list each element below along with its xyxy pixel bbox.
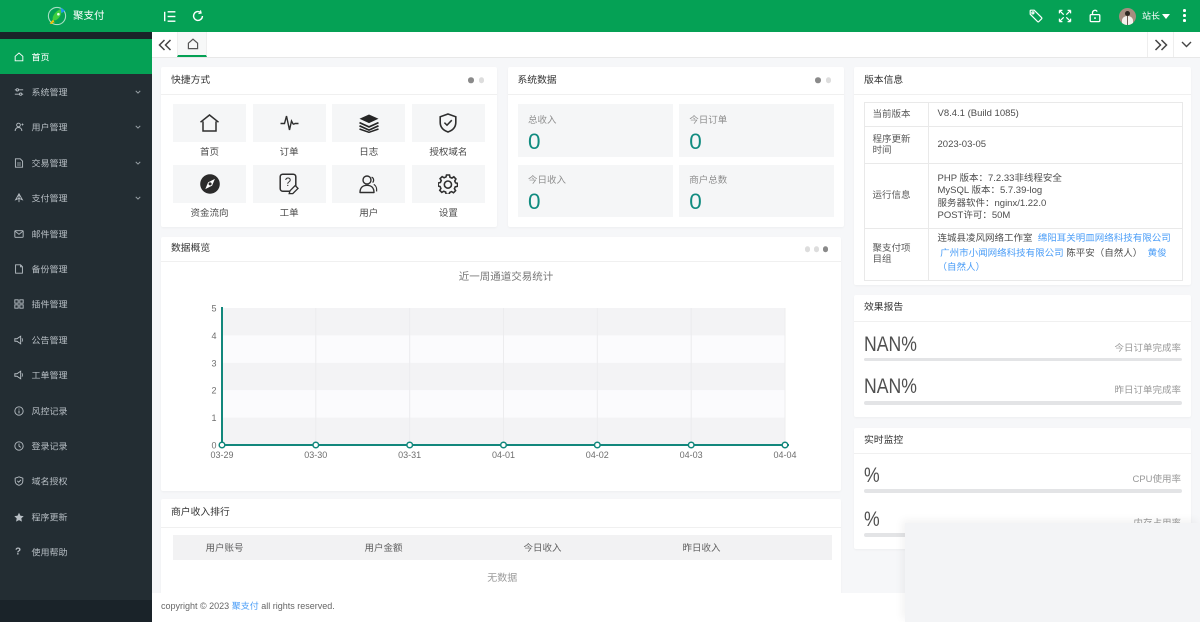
svg-text:03-29: 03-29 xyxy=(210,450,233,460)
svg-text:2: 2 xyxy=(211,386,216,396)
svg-text:0: 0 xyxy=(211,441,216,451)
svg-text:近一周通道交易统计: 近一周通道交易统计 xyxy=(459,271,554,283)
svg-text:03-31: 03-31 xyxy=(398,450,421,460)
svg-text:03-30: 03-30 xyxy=(304,450,327,460)
svg-text:04-01: 04-01 xyxy=(492,450,515,460)
svg-text:04-02: 04-02 xyxy=(586,450,609,460)
svg-text:4: 4 xyxy=(211,331,216,341)
svg-text:04-03: 04-03 xyxy=(680,450,703,460)
svg-text:?: ? xyxy=(284,177,290,189)
svg-text:1: 1 xyxy=(211,413,216,423)
svg-text:5: 5 xyxy=(211,304,216,314)
svg-text:04-04: 04-04 xyxy=(773,450,796,460)
svg-text:3: 3 xyxy=(211,358,216,368)
